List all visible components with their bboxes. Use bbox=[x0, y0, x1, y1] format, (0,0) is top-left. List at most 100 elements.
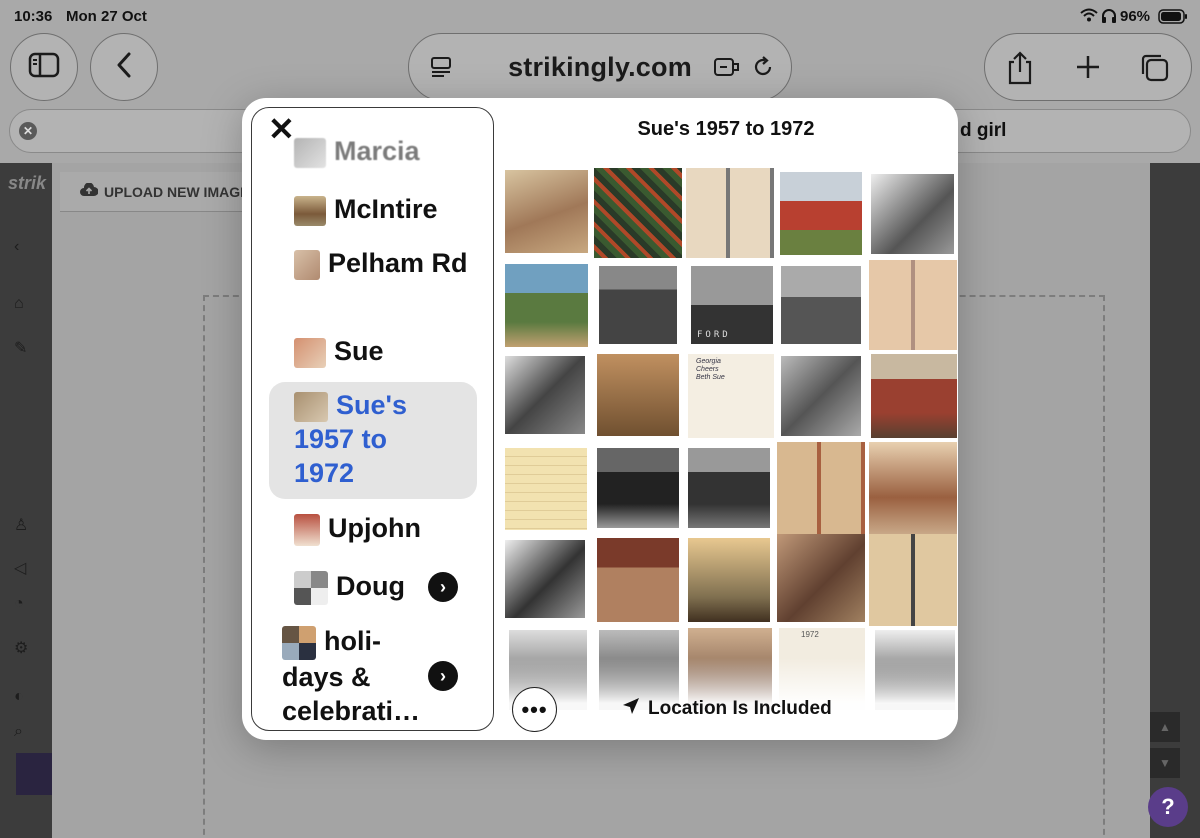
album-item-upjohn[interactable]: Upjohn bbox=[294, 511, 421, 546]
location-label: Location Is Included bbox=[648, 698, 832, 719]
photo-thumbnail[interactable] bbox=[869, 260, 957, 350]
photo-thumbnail[interactable] bbox=[686, 168, 774, 258]
sidebar-toggle-button[interactable] bbox=[10, 33, 78, 101]
photo-thumbnail[interactable] bbox=[505, 540, 585, 618]
album-item-selected-label: Sue's 1957 to 1972 bbox=[294, 388, 454, 490]
photo-thumbnail[interactable] bbox=[781, 356, 861, 436]
chevron-right-icon[interactable]: › bbox=[428, 661, 458, 691]
photo-thumbnail[interactable] bbox=[505, 264, 588, 347]
ellipsis-icon: ••• bbox=[521, 696, 548, 722]
album-item-marcia[interactable]: Marcia bbox=[294, 134, 420, 168]
photo-thumbnail[interactable] bbox=[777, 442, 865, 534]
album-thumbnail bbox=[294, 570, 328, 605]
headphones-icon bbox=[1101, 8, 1117, 28]
upload-new-image-tab[interactable]: UPLOAD NEW IMAGE bbox=[60, 172, 260, 212]
photo-thumbnail[interactable] bbox=[777, 534, 865, 622]
clear-search-icon[interactable]: ✕ bbox=[19, 122, 37, 140]
help-button[interactable]: ? bbox=[1148, 787, 1188, 827]
photo-thumbnail[interactable]: FORD bbox=[691, 266, 773, 344]
photo-thumbnail[interactable] bbox=[505, 170, 588, 253]
status-time: 10:36 bbox=[14, 8, 53, 25]
photo-picker: ✕ Marcia McIntire Pelham Rd Sue Sue's 19… bbox=[242, 98, 958, 740]
album-item-pelham-rd[interactable]: Pelham Rd bbox=[294, 246, 474, 280]
album-item-sue[interactable]: Sue bbox=[294, 334, 384, 368]
address-bar[interactable]: strikingly.com bbox=[408, 33, 792, 101]
album-label: McIntire bbox=[334, 194, 438, 224]
photo-thumbnail[interactable] bbox=[597, 354, 679, 436]
photo-thumbnail[interactable] bbox=[869, 442, 957, 534]
album-item-doug[interactable]: Doug bbox=[294, 569, 405, 605]
album-thumbnail bbox=[282, 625, 316, 660]
status-date: Mon 27 Oct bbox=[66, 8, 147, 25]
photo-thumbnail[interactable] bbox=[597, 448, 679, 528]
photo-thumbnail[interactable] bbox=[599, 266, 677, 344]
photo-grid: FORD Georgia Cheers Beth Sue 1972 bbox=[505, 168, 958, 740]
search-icon[interactable]: ⌕ bbox=[14, 723, 36, 743]
album-thumbnail bbox=[294, 249, 320, 280]
more-options-button[interactable]: ••• bbox=[512, 687, 557, 732]
album-thumbnail bbox=[294, 513, 320, 546]
page-menu-icon[interactable] bbox=[429, 55, 453, 84]
album-item-holidays[interactable]: holi-days & celebrati… bbox=[282, 624, 432, 728]
album-title: Sue's 1957 to 1972 bbox=[637, 118, 815, 140]
album-item-mcintire[interactable]: McIntire bbox=[294, 192, 438, 226]
photo-thumbnail[interactable] bbox=[505, 356, 585, 434]
photo-thumbnail[interactable] bbox=[780, 172, 862, 255]
album-thumbnail bbox=[294, 195, 326, 226]
photo-caption: 1972 bbox=[801, 630, 819, 639]
photo-thumbnail[interactable] bbox=[781, 266, 861, 344]
scroll-down-button[interactable]: ▼ bbox=[1150, 748, 1180, 778]
wifi-icon bbox=[1080, 8, 1098, 27]
analytics-icon[interactable]: ◔ bbox=[14, 595, 36, 615]
chevron-left-icon bbox=[115, 51, 133, 84]
brand-logo: strik bbox=[8, 173, 47, 193]
photo-thumbnail[interactable] bbox=[688, 538, 770, 622]
location-toggle[interactable]: Location Is Included bbox=[622, 697, 832, 721]
new-tab-icon[interactable] bbox=[1075, 54, 1101, 85]
users-icon[interactable]: ♙ bbox=[14, 515, 36, 535]
battery-icon bbox=[1158, 9, 1188, 29]
album-thumbnail bbox=[294, 137, 326, 168]
photo-caption: Georgia Cheers Beth Sue bbox=[696, 358, 725, 381]
photo-caption: FORD bbox=[697, 330, 731, 340]
megaphone-icon[interactable]: ◁ bbox=[14, 558, 36, 578]
sidebar-icon bbox=[28, 52, 60, 83]
back-chevron-icon[interactable]: ‹ bbox=[14, 238, 36, 258]
album-label: Sue bbox=[334, 336, 384, 366]
reload-icon[interactable] bbox=[751, 55, 775, 84]
publish-button[interactable] bbox=[16, 753, 52, 795]
location-arrow-icon bbox=[622, 697, 640, 721]
share-icon[interactable] bbox=[1005, 50, 1035, 91]
store-icon[interactable]: ⌂ bbox=[14, 295, 36, 315]
toggle-icon[interactable]: ◐ bbox=[14, 688, 36, 708]
album-sidebar: ✕ Marcia McIntire Pelham Rd Sue Sue's 19… bbox=[251, 107, 494, 731]
photo-thumbnail[interactable] bbox=[869, 534, 957, 626]
album-thumbnail bbox=[294, 337, 326, 368]
extension-icon[interactable] bbox=[713, 56, 741, 83]
settings-icon[interactable]: ⚙ bbox=[14, 638, 36, 658]
chevron-right-icon[interactable]: › bbox=[428, 572, 458, 602]
photo-thumbnail[interactable] bbox=[871, 174, 954, 254]
album-label: Doug bbox=[336, 571, 405, 601]
battery-percent: 96% bbox=[1120, 8, 1151, 25]
album-label: Pelham Rd bbox=[328, 248, 468, 278]
photo-thumbnail[interactable] bbox=[688, 448, 770, 528]
edit-icon[interactable]: ✎ bbox=[14, 338, 36, 358]
back-button[interactable] bbox=[90, 33, 158, 101]
address-text: strikingly.com bbox=[508, 51, 692, 82]
tabs-overview-icon[interactable] bbox=[1139, 52, 1171, 89]
photo-thumbnail[interactable]: Georgia Cheers Beth Sue bbox=[688, 354, 774, 438]
album-thumbnail bbox=[294, 391, 328, 422]
photo-thumbnail[interactable] bbox=[871, 354, 957, 438]
page-left-rail: strik ‹ ⌂ ✎ ♙ ◁ ◔ ⚙ ◐ ⌕ bbox=[0, 163, 52, 838]
photo-thumbnail[interactable] bbox=[594, 168, 682, 258]
find-text: d girl bbox=[960, 120, 1007, 141]
toolbar-actions bbox=[984, 33, 1192, 101]
photo-thumbnail[interactable] bbox=[597, 538, 679, 622]
cloud-upload-icon bbox=[80, 182, 99, 200]
scroll-up-button[interactable]: ▲ bbox=[1150, 712, 1180, 742]
album-label: Marcia bbox=[334, 136, 420, 166]
album-label: Upjohn bbox=[328, 513, 421, 543]
close-icon[interactable]: ✕ bbox=[268, 113, 295, 145]
photo-thumbnail[interactable] bbox=[505, 448, 587, 530]
